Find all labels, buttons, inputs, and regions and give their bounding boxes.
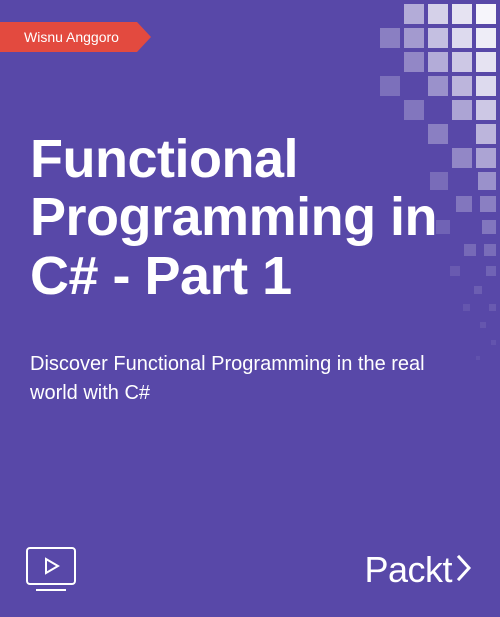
author-name: Wisnu Anggoro xyxy=(24,29,119,45)
course-subtitle: Discover Functional Programming in the r… xyxy=(30,350,440,408)
course-title: Functional Programming in C# - Part 1 xyxy=(30,130,470,305)
angle-bracket-icon xyxy=(456,554,474,587)
book-cover: Wisnu Anggoro Functional Programming in … xyxy=(0,0,500,617)
author-ribbon: Wisnu Anggoro xyxy=(0,22,137,52)
video-play-icon xyxy=(26,547,76,591)
publisher-name: Packt xyxy=(364,549,452,591)
publisher-logo: Packt xyxy=(364,549,474,591)
